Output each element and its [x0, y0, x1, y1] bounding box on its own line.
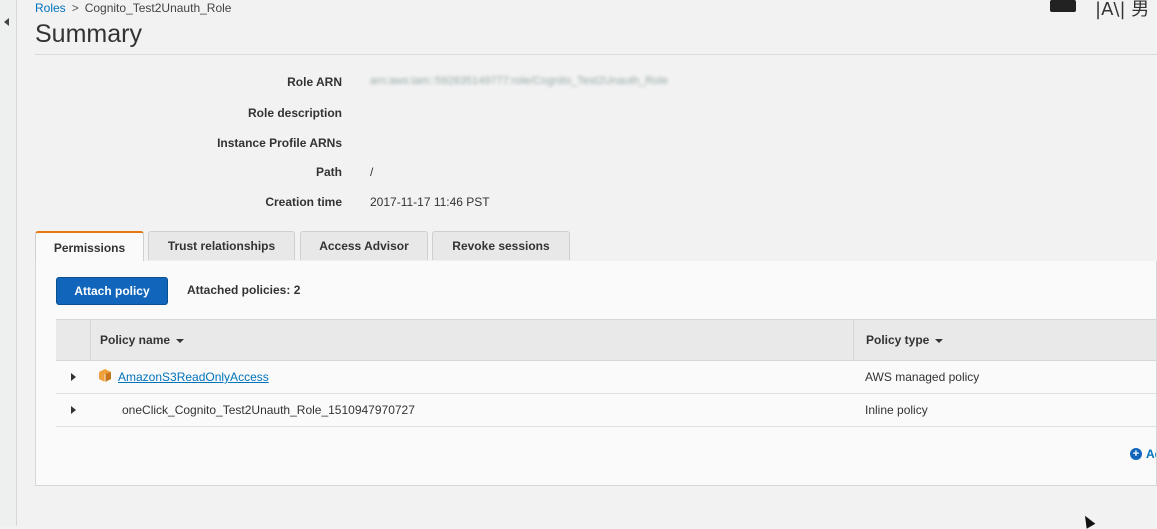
- tab-revoke-sessions-label: Revoke sessions: [452, 239, 550, 253]
- collapse-sidebar-icon[interactable]: [4, 18, 9, 26]
- page-title: Summary: [35, 20, 142, 48]
- policy-type-cell: AWS managed policy: [865, 370, 980, 384]
- policy-type-header-label: Policy type: [866, 333, 930, 347]
- sort-caret-icon: [935, 338, 944, 343]
- policy-name-header-label: Policy name: [100, 333, 171, 347]
- policies-table: Policy name Policy type AmazonS3ReadOnly…: [56, 319, 1156, 427]
- top-right-text: |A\| 男: [1095, 0, 1150, 20]
- monitor-icon: [1050, 0, 1076, 12]
- sort-caret-icon: [176, 338, 185, 343]
- add-inline-policy-label: Add inline policy: [1146, 447, 1156, 461]
- permissions-panel: Attach policy Attached policies: 2 Polic…: [35, 261, 1157, 486]
- select-column-header: [56, 320, 91, 360]
- tab-access-advisor[interactable]: Access Advisor: [300, 231, 428, 260]
- plus-circle-icon: +: [1130, 448, 1142, 460]
- tab-revoke-sessions[interactable]: Revoke sessions: [432, 231, 570, 260]
- expand-row-icon[interactable]: [71, 373, 76, 381]
- creation-time-label: Creation time: [265, 195, 342, 209]
- instance-profile-row: Instance Profile ARNs: [0, 136, 800, 156]
- policy-name-link[interactable]: AmazonS3ReadOnlyAccess: [118, 370, 269, 384]
- creation-time-row: Creation time 2017-11-17 11:46 PST: [0, 195, 800, 215]
- policy-type-cell: Inline policy: [865, 403, 928, 417]
- attached-policies-count: Attached policies: 2: [187, 283, 301, 297]
- path-row: Path /: [0, 165, 800, 185]
- expand-row-icon[interactable]: [71, 406, 76, 414]
- policy-type-column-header[interactable]: Policy type: [866, 333, 944, 347]
- breadcrumb: Roles > Cognito_Test2Unauth_Role: [35, 1, 231, 15]
- policy-name-cell: oneClick_Cognito_Test2Unauth_Role_151094…: [122, 403, 415, 417]
- table-row: AmazonS3ReadOnlyAccess AWS managed polic…: [56, 361, 1156, 394]
- instance-profile-label: Instance Profile ARNs: [217, 136, 342, 150]
- mouse-cursor-icon: [1080, 513, 1096, 529]
- role-arn-row: Role ARN arn:aws:iam::592835149777:role/…: [0, 75, 800, 95]
- role-arn-label: Role ARN: [287, 75, 342, 89]
- role-description-label: Role description: [247, 106, 342, 120]
- tab-trust-relationships-label: Trust relationships: [167, 239, 276, 253]
- path-value: /: [370, 165, 374, 179]
- path-label: Path: [315, 165, 342, 179]
- creation-time-value: 2017-11-17 11:46 PST: [370, 195, 490, 209]
- top-right-overlay: |A\| 男: [1047, 0, 1157, 20]
- table-row: oneClick_Cognito_Test2Unauth_Role_151094…: [56, 394, 1156, 427]
- role-tabs: Permissions Trust relationships Access A…: [35, 231, 1157, 262]
- tab-trust-relationships[interactable]: Trust relationships: [148, 231, 295, 260]
- breadcrumb-roles-link[interactable]: Roles: [35, 1, 66, 15]
- role-description-row: Role description: [0, 106, 800, 126]
- breadcrumb-separator: >: [71, 1, 79, 15]
- attach-policy-button[interactable]: Attach policy: [56, 277, 168, 305]
- aws-managed-policy-icon: [99, 369, 111, 382]
- role-arn-value: arn:aws:iam::592835149777:role/Cognito_T…: [370, 75, 668, 87]
- header-divider: [35, 54, 1157, 55]
- breadcrumb-current: Cognito_Test2Unauth_Role: [84, 1, 232, 15]
- table-header: Policy name Policy type: [56, 319, 1156, 361]
- add-inline-policy-link[interactable]: + Add inline policy: [1130, 447, 1156, 463]
- tab-permissions-label: Permissions: [53, 240, 126, 255]
- tab-permissions[interactable]: Permissions: [35, 231, 144, 262]
- policy-name-column-header[interactable]: Policy name: [100, 333, 185, 347]
- policy-type-header-cell: Policy type: [853, 320, 1156, 360]
- tab-access-advisor-label: Access Advisor: [319, 239, 409, 253]
